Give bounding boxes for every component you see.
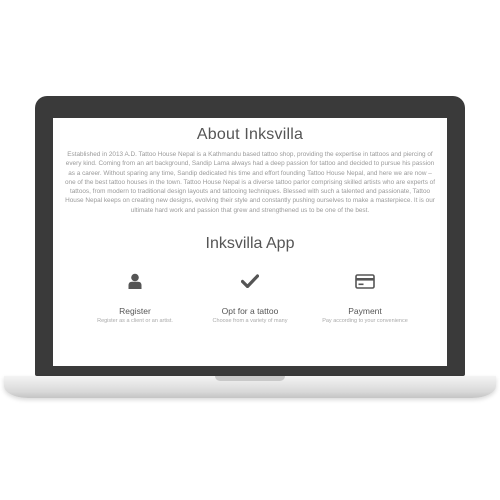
feature-register[interactable]: Register Register as a client or an arti… [80,271,190,324]
user-icon [80,271,190,291]
about-description: Established in 2013 A.D. Tattoo House Ne… [64,151,436,214]
feature-label: Payment [348,306,382,317]
credit-card-icon [310,271,420,291]
laptop-screen: About Inksvilla Established in 2013 A.D.… [53,118,447,366]
feature-opt-tattoo[interactable]: Opt for a tattoo Choose from a variety o… [195,271,305,324]
app-section-title: Inksvilla App [205,235,295,253]
feature-label: Register [119,306,151,317]
feature-description: Choose from a variety of many [212,318,288,325]
laptop-notch [215,376,285,381]
feature-list: Register Register as a client or an arti… [80,271,420,324]
feature-description: Register as a client or an artist. [97,318,173,325]
feature-payment[interactable]: Payment Pay according to your convenienc… [310,271,420,324]
about-title: About Inksvilla [196,126,304,143]
feature-label: Opt for a tattoo [221,306,279,317]
feature-description: Pay according to your convenience [322,318,408,325]
checkmark-icon [195,271,305,291]
